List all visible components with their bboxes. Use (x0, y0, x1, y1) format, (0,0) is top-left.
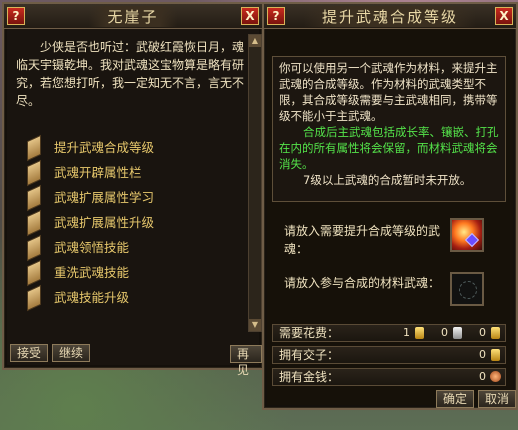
scroll-down-arrow[interactable]: ▼ (249, 319, 261, 331)
option-upgrade-synthesis-level[interactable]: 提升武魂合成等级 (24, 134, 244, 159)
jiaozi-row: 拥有交子： 0 (272, 346, 506, 364)
option-label: 武魂扩展属性学习 (54, 190, 155, 205)
jiaozi-icon (491, 349, 500, 361)
material-slot-label: 请放入参与合成的材料武魂： (284, 276, 441, 290)
accept-button[interactable]: 接受 (10, 344, 49, 362)
scroll-icon (24, 286, 42, 308)
continue-button[interactable]: 继续 (52, 344, 91, 362)
help-button[interactable]: ? (267, 7, 285, 25)
coin-icon (490, 371, 501, 382)
gold-icon (415, 327, 424, 339)
npc-name: 无崖子 (89, 5, 177, 27)
scroll-icon (24, 136, 42, 158)
option-reset-skill[interactable]: 重洗武魂技能 (24, 259, 244, 284)
option-label: 提升武魂合成等级 (54, 140, 155, 155)
option-upgrade-extended-attribute[interactable]: 武魂扩展属性升级 (24, 209, 244, 234)
option-learn-extended-attribute[interactable]: 武魂扩展属性学习 (24, 184, 244, 209)
money-row: 拥有金钱： 0 (272, 368, 506, 386)
material-wuhun-slot[interactable] (450, 272, 484, 306)
option-label: 武魂扩展属性升级 (54, 215, 155, 230)
cost-gold-value: 1 (403, 326, 410, 339)
close-button[interactable]: X (241, 7, 259, 25)
help-button[interactable]: ? (7, 7, 25, 25)
description-text: 你可以使用另一个武魂作为材料，来提升主武魂的合成等级。作为材料的武魂类型不限，其… (279, 61, 498, 123)
option-label: 重洗武魂技能 (54, 265, 130, 280)
cost-silver-value: 0 (441, 326, 448, 339)
option-comprehend-skill[interactable]: 武魂领悟技能 (24, 234, 244, 259)
goodbye-button[interactable]: 再见 (230, 345, 262, 377)
option-open-attribute-slot[interactable]: 武魂开辟属性栏 (24, 159, 244, 184)
npc-intro-text: 少侠是否也听过：武破红霞恢日月，魂临天宇镊乾坤。我对武魂这宝物算是略有研究，若您… (16, 40, 245, 108)
jiaozi-value: 0 (479, 348, 486, 361)
scroll-icon (24, 161, 42, 183)
scroll-icon (24, 236, 42, 258)
copper-icon (491, 327, 500, 339)
cost-copper-value: 0 (479, 326, 486, 339)
dialog-footer: 接受 继续 (10, 344, 91, 362)
synthesis-panel: 提升武魂合成等级 ? X 你可以使用另一个武魂作为材料，来提升主武魂的合成等级。… (262, 2, 518, 410)
synthesis-description: 你可以使用另一个武魂作为材料，来提升主武魂的合成等级。作为材料的武魂类型不限，其… (272, 56, 506, 202)
description-note: 7级以上武魂的合成暂时未开放。 (303, 173, 472, 187)
scroll-icon (24, 261, 42, 283)
confirm-button[interactable]: 确定 (436, 390, 475, 408)
cost-label: 需要花费： (279, 326, 340, 340)
scroll-icon (24, 211, 42, 233)
synthesis-titlebar[interactable]: 提升武魂合成等级 (264, 4, 516, 29)
money-label: 拥有金钱： (279, 370, 340, 384)
scroll-up-arrow[interactable]: ▲ (249, 35, 261, 47)
option-label: 武魂领悟技能 (54, 240, 130, 255)
close-button[interactable]: X (495, 7, 513, 25)
npc-dialog-panel: 无崖子 ? X 少侠是否也听过：武破红霞恢日月，魂临天宇镊乾坤。我对武魂这宝物算… (2, 2, 264, 377)
npc-dialog-titlebar[interactable]: 无崖子 (4, 4, 262, 29)
silver-icon (453, 327, 462, 339)
description-green-text: 合成后主武魂包括成长率、镶嵌、打孔在内的所有属性将会保留，而材料武魂将会消失。 (279, 125, 499, 171)
option-label: 武魂开辟属性栏 (54, 165, 142, 180)
jiaozi-label: 拥有交子： (279, 348, 340, 362)
cancel-button[interactable]: 取消 (478, 390, 516, 408)
dialog-scrollbar[interactable]: ▲ ▼ (248, 34, 262, 332)
scroll-icon (24, 186, 42, 208)
cost-row: 需要花费： 1 0 0 (272, 324, 506, 342)
main-slot-label: 请放入需要提升合成等级的武魂： (284, 224, 441, 256)
option-label: 武魂技能升级 (54, 290, 130, 305)
npc-option-list: 提升武魂合成等级 武魂开辟属性栏 武魂扩展属性学习 武魂扩展属性升级 武魂领悟技… (24, 134, 244, 309)
synthesis-title: 提升武魂合成等级 (303, 5, 476, 27)
option-upgrade-skill[interactable]: 武魂技能升级 (24, 284, 244, 309)
main-wuhun-slot[interactable] (450, 218, 484, 252)
money-value: 0 (479, 370, 486, 383)
